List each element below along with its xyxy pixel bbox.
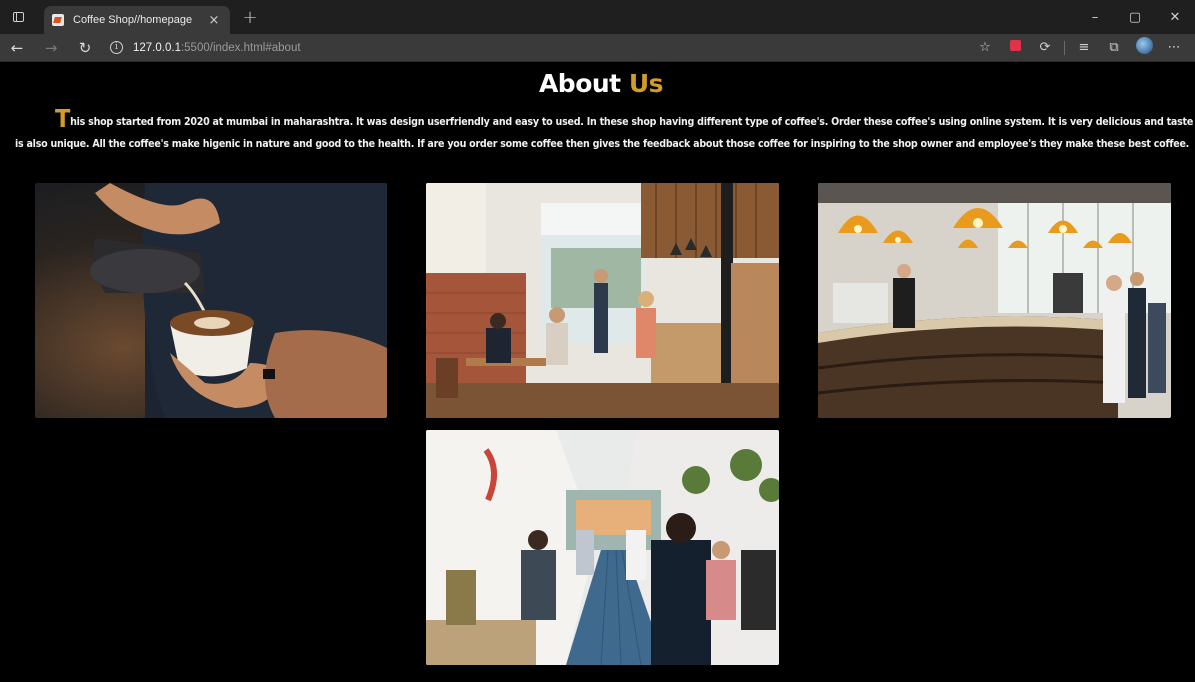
drop-cap: T <box>55 104 71 133</box>
about-heading-accent: Us <box>628 69 664 98</box>
url-path: :5500/index.html#about <box>180 41 301 54</box>
forward-button[interactable]: → <box>34 39 68 57</box>
minimize-button[interactable]: – <box>1075 10 1115 25</box>
cafe-interior-photo <box>426 183 779 418</box>
about-heading-main: About <box>538 69 621 98</box>
close-window-button[interactable]: ✕ <box>1155 10 1195 25</box>
refresh-button[interactable]: ↻ <box>68 39 102 57</box>
latte-art-photo <box>35 183 387 418</box>
about-heading: About Us <box>7 69 1195 98</box>
tab-actions-icon[interactable] <box>0 0 36 34</box>
browser-tab[interactable]: Coffee Shop//homepage × <box>44 6 230 34</box>
extensions-icon[interactable]: ⟳ <box>1030 40 1060 55</box>
about-text: his shop started from 2020 at mumbai in … <box>15 116 1194 150</box>
browser-tab-bar: Coffee Shop//homepage × + – ▢ ✕ <box>0 0 1195 34</box>
pocket-extension-icon[interactable] <box>1000 40 1030 55</box>
add-favorite-icon[interactable]: ☆ <box>970 40 1000 55</box>
url-host: 127.0.0.1 <box>133 41 181 54</box>
coffee-bar-counter-photo <box>818 183 1171 418</box>
about-paragraph: This shop started from 2020 at mumbai in… <box>15 106 1195 155</box>
toolbar-divider <box>1064 40 1065 55</box>
url-field[interactable]: i 127.0.0.1:5500/index.html#about <box>110 36 970 60</box>
address-bar: ← → ↻ i 127.0.0.1:5500/index.html#about … <box>0 34 1195 62</box>
crowded-cafe-photo <box>426 430 779 665</box>
restore-button[interactable]: ▢ <box>1115 10 1155 25</box>
tab-title: Coffee Shop//homepage <box>73 14 193 26</box>
close-tab-icon[interactable]: × <box>206 13 222 28</box>
site-info-icon[interactable]: i <box>110 41 123 54</box>
more-menu-icon[interactable]: ⋯ <box>1159 40 1189 55</box>
window-controls: – ▢ ✕ <box>1075 0 1195 34</box>
url-text: 127.0.0.1:5500/index.html#about <box>133 42 301 54</box>
toolbar-icons: ☆ ⟳ ≡ ⧉ ⋯ <box>970 37 1189 58</box>
back-button[interactable]: ← <box>0 39 34 57</box>
profile-avatar-icon[interactable] <box>1129 37 1159 58</box>
about-section: About Us This shop started from 2020 at … <box>7 63 1195 682</box>
new-tab-button[interactable]: + <box>240 7 260 28</box>
favicon-icon <box>52 14 64 26</box>
collections-icon[interactable]: ⧉ <box>1099 40 1129 55</box>
favorites-icon[interactable]: ≡ <box>1069 40 1099 55</box>
